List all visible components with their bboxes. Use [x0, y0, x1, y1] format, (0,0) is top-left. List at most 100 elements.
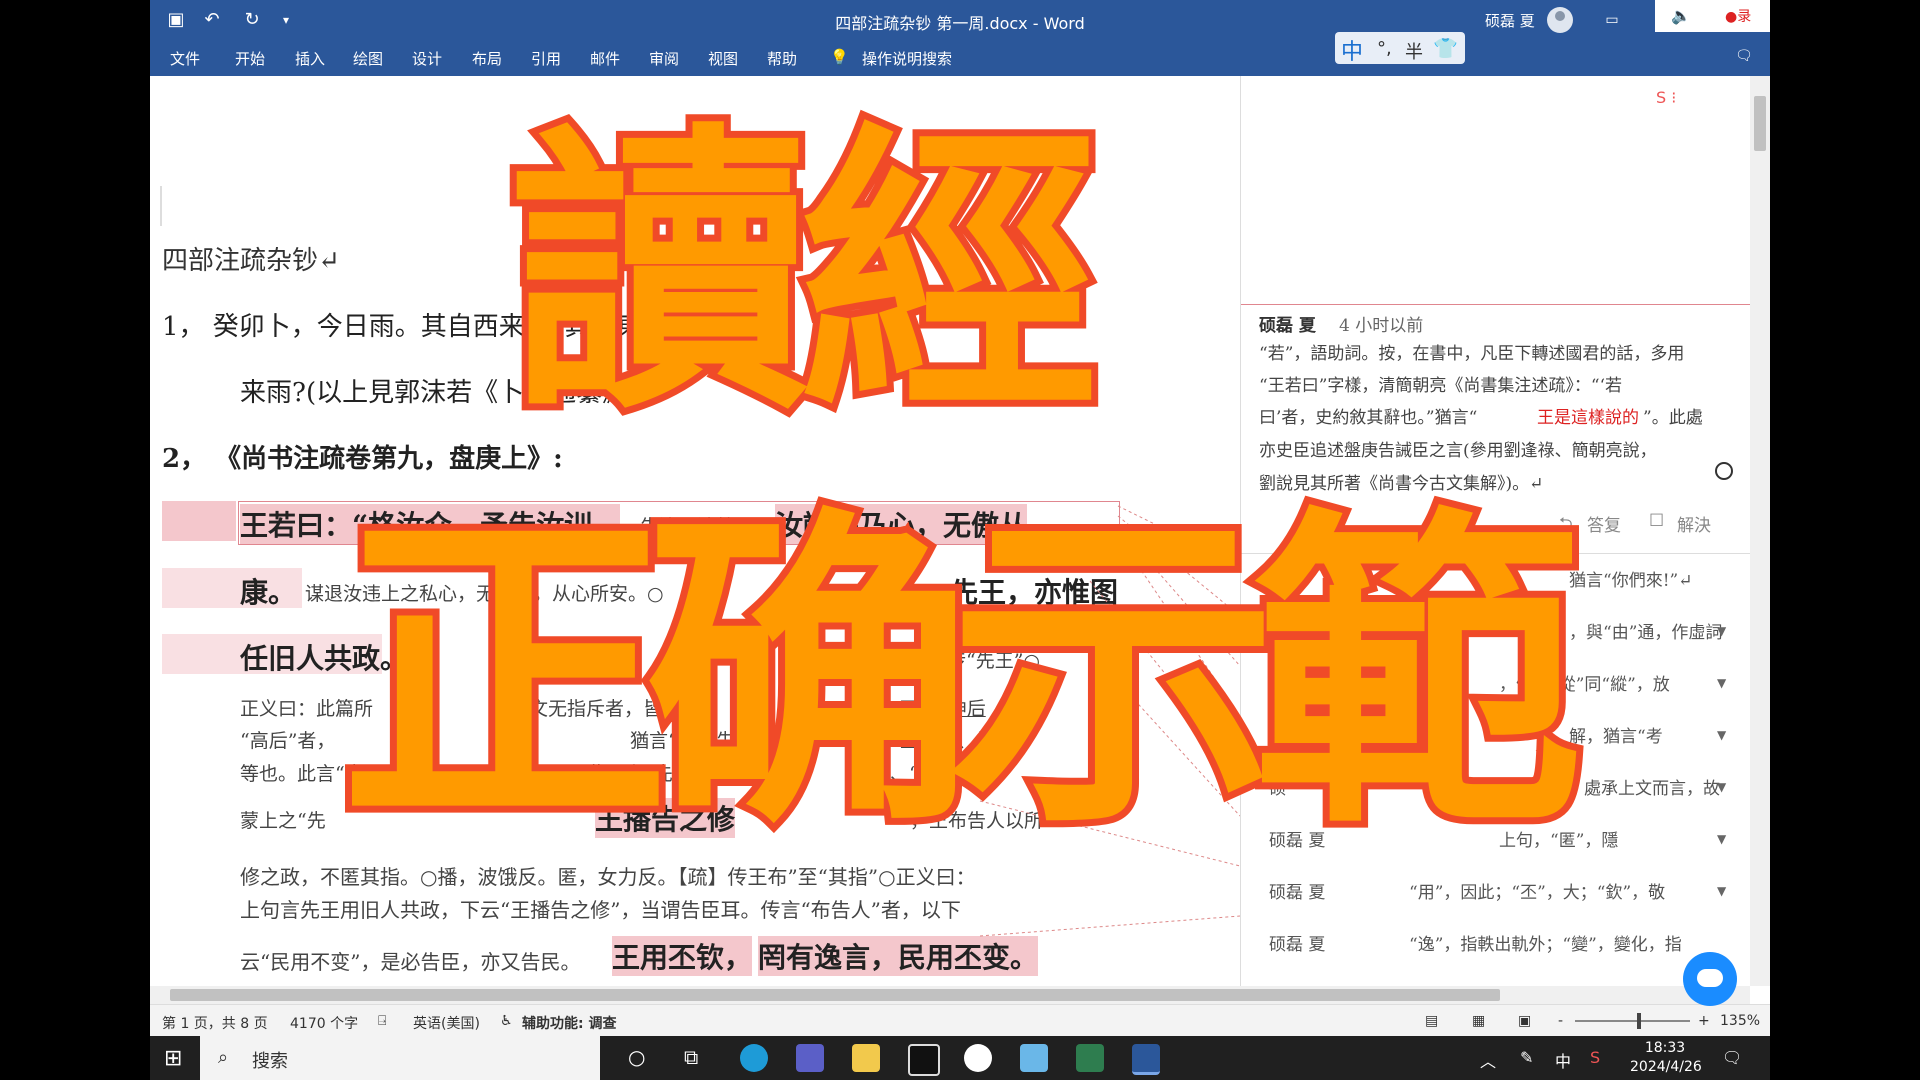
zoom-in-button[interactable]: +: [1698, 1013, 1710, 1029]
vertical-scrollbar[interactable]: [1750, 76, 1770, 986]
collapsed-text: “逸”，指軼出軌外；“變”，變化，指: [1409, 935, 1682, 955]
ribbon-display-icon[interactable]: ▭: [1600, 8, 1624, 32]
tab-view[interactable]: 视图: [708, 48, 738, 69]
language[interactable]: 英语(美国): [413, 1013, 480, 1033]
chevron-up-icon[interactable]: ︿: [1480, 1048, 1496, 1072]
reply-icon[interactable]: ⮌: [1559, 511, 1573, 540]
windows-start-icon[interactable]: ⊞: [164, 1046, 182, 1071]
taskbar-search[interactable]: ⌕ 搜索: [200, 1036, 600, 1080]
proofing-icon[interactable]: ⍈: [378, 1013, 386, 1029]
cortana-icon[interactable]: ○: [628, 1045, 645, 1069]
word-icon[interactable]: [1132, 1044, 1160, 1075]
notification-icon[interactable]: 🗨: [1722, 1048, 1742, 1067]
ime-indicator[interactable]: 中: [1555, 1048, 1571, 1072]
tab-insert[interactable]: 插入: [295, 48, 325, 69]
tab-design[interactable]: 设计: [412, 48, 442, 69]
chevron-down-icon[interactable]: ▼: [1717, 884, 1726, 898]
ime-toolbar[interactable]: 中 °, 半 👕: [1335, 32, 1465, 66]
collapsed-text: “用”，因此；“丕”，大；“欽”，敬: [1409, 883, 1666, 903]
resolve-icon[interactable]: ☐: [1649, 511, 1664, 531]
cursor-circle-icon: [1715, 462, 1733, 480]
tab-layout[interactable]: 布局: [472, 48, 502, 69]
reply-button[interactable]: 答复: [1587, 511, 1621, 536]
collapsed-author: 硕磊 夏: [1269, 883, 1326, 903]
tab-home[interactable]: 开始: [235, 48, 265, 69]
overlay-title-top: 讀經: [503, 100, 1107, 449]
comment-time: 4 小时以前: [1339, 316, 1424, 336]
comment-line-4[interactable]: 亦史臣追述盤庚告誡臣之言(參用劉逢祿、簡朝亮說，: [1259, 436, 1657, 461]
status-bar: 第 1 页，共 8 页 4170 个字 ⍈ 英语(美国) ♿ 辅助功能: 调查 …: [150, 1004, 1770, 1037]
ime-mode-chinese[interactable]: 中: [1341, 34, 1363, 66]
comment-line-3c[interactable]: ”。此處: [1643, 403, 1703, 428]
page-count[interactable]: 第 1 页，共 8 页: [162, 1013, 268, 1033]
scroll-thumb[interactable]: [170, 989, 1500, 1001]
chevron-down-icon[interactable]: ▼: [1717, 832, 1726, 846]
collapsed-text: 猶言“你們來!”↵: [1569, 571, 1693, 591]
ime-width[interactable]: 半: [1405, 38, 1423, 64]
chevron-down-icon[interactable]: ▼: [1717, 624, 1726, 638]
zoom-slider-thumb[interactable]: [1637, 1013, 1641, 1029]
clock-time: 18:33: [1644, 1040, 1686, 1056]
comment-author: 硕磊 夏: [1259, 316, 1316, 336]
comment-line-2[interactable]: “王若曰”字樣，清簡朝亮《尚書集注述疏》：“‘若: [1259, 371, 1622, 396]
comment-line-3b[interactable]: 王是這樣說的: [1537, 403, 1639, 428]
tab-mailings[interactable]: 邮件: [590, 48, 620, 69]
search-icon: ⌕: [218, 1047, 229, 1068]
tell-me-search[interactable]: 操作说明搜索: [862, 48, 952, 69]
tab-draw[interactable]: 绘图: [353, 48, 383, 69]
tab-help[interactable]: 帮助: [767, 48, 797, 69]
accessibility-status[interactable]: 辅助功能: 调查: [522, 1013, 616, 1033]
horizontal-scrollbar[interactable]: [150, 986, 1750, 1004]
pen-icon[interactable]: ✎: [1520, 1048, 1533, 1067]
spreadsheet-icon[interactable]: [1076, 1044, 1104, 1072]
print-layout-icon[interactable]: ▦: [1472, 1013, 1485, 1029]
collapsed-comment[interactable]: 硕磊 夏 “用”，因此；“丕”，大；“欽”，敬 ▼: [1269, 878, 1726, 903]
title-bar: ▣ ↶ ↻ ▾ 四部注疏杂钞 第一周.docx - Word 硕磊 夏 ▭ 🔈 …: [150, 0, 1770, 40]
collapsed-text: ，與“由”通，作虛詞: [1569, 623, 1723, 643]
accessibility-icon[interactable]: ♿: [500, 1013, 513, 1029]
tab-references[interactable]: 引用: [531, 48, 561, 69]
clock[interactable]: 18:33 2024/4/26: [1630, 1039, 1702, 1077]
collapsed-text: 解，猶言“考: [1569, 727, 1663, 747]
task-view-icon[interactable]: ⧉: [684, 1045, 698, 1069]
tab-review[interactable]: 审阅: [649, 48, 679, 69]
ribbon: 文件 开始 插入 绘图 设计 布局 引用 邮件 审阅 视图 帮助 💡 操作说明搜…: [150, 32, 1770, 76]
comment-line-3a[interactable]: 曰’者，史約敘其辭也。”猶言“: [1259, 403, 1477, 428]
sogou-tray-icon[interactable]: S: [1590, 1048, 1600, 1067]
ime-skin-icon[interactable]: 👕: [1433, 36, 1458, 60]
web-layout-icon[interactable]: ▣: [1518, 1013, 1531, 1029]
lightbulb-icon: 💡: [830, 48, 849, 66]
speaker-icon[interactable]: 🔈: [1671, 6, 1691, 25]
tab-file[interactable]: 文件: [170, 48, 200, 69]
avatar[interactable]: [1547, 7, 1573, 33]
chevron-down-icon[interactable]: ▼: [1717, 780, 1726, 794]
resolve-button[interactable]: 解決: [1677, 511, 1711, 536]
record-label[interactable]: ●录: [1725, 6, 1751, 26]
zoom-slider[interactable]: [1575, 1020, 1690, 1022]
app-icon[interactable]: [796, 1044, 824, 1072]
comments-icon[interactable]: 🗨: [1735, 48, 1753, 64]
collapsed-comment[interactable]: 硕磊 夏 “逸”，指軼出軌外；“變”，變化，指: [1269, 930, 1682, 955]
read-mode-icon[interactable]: ▤: [1425, 1013, 1438, 1029]
taskbar: ⊞ ⌕ 搜索 ○ ⧉ ︿ ✎ 中 S 18:33 2024/4/26 🗨: [150, 1036, 1770, 1080]
clock-date: 2024/4/26: [1630, 1059, 1702, 1075]
comment-line-1[interactable]: “若”，語助詞。按，在書中，凡臣下轉述國君的話，多用: [1259, 339, 1684, 364]
user-name[interactable]: 硕磊 夏: [1485, 10, 1535, 31]
ime-punctuation[interactable]: °,: [1377, 38, 1392, 59]
image-viewer-icon[interactable]: [1020, 1044, 1048, 1072]
word-count[interactable]: 4170 个字: [290, 1013, 358, 1033]
zoom-level[interactable]: 135%: [1720, 1013, 1760, 1029]
scroll-thumb[interactable]: [1754, 96, 1766, 151]
qq-icon[interactable]: [908, 1044, 940, 1076]
recorder-widget: 🔈 ●录: [1655, 0, 1770, 32]
chevron-down-icon[interactable]: ▼: [1717, 676, 1726, 690]
file-explorer-icon[interactable]: [852, 1044, 880, 1072]
chat-bubble-icon[interactable]: [1683, 952, 1737, 1006]
overlay-title-bottom: 正确示範: [333, 483, 1589, 867]
sogou-icon[interactable]: S ⁝: [1656, 88, 1676, 107]
chevron-down-icon[interactable]: ▼: [1717, 728, 1726, 742]
edge-icon[interactable]: [740, 1044, 768, 1072]
zoom-out-button[interactable]: -: [1558, 1013, 1563, 1029]
browser-icon[interactable]: [964, 1044, 992, 1072]
collapsed-author: 硕磊 夏: [1269, 935, 1326, 955]
